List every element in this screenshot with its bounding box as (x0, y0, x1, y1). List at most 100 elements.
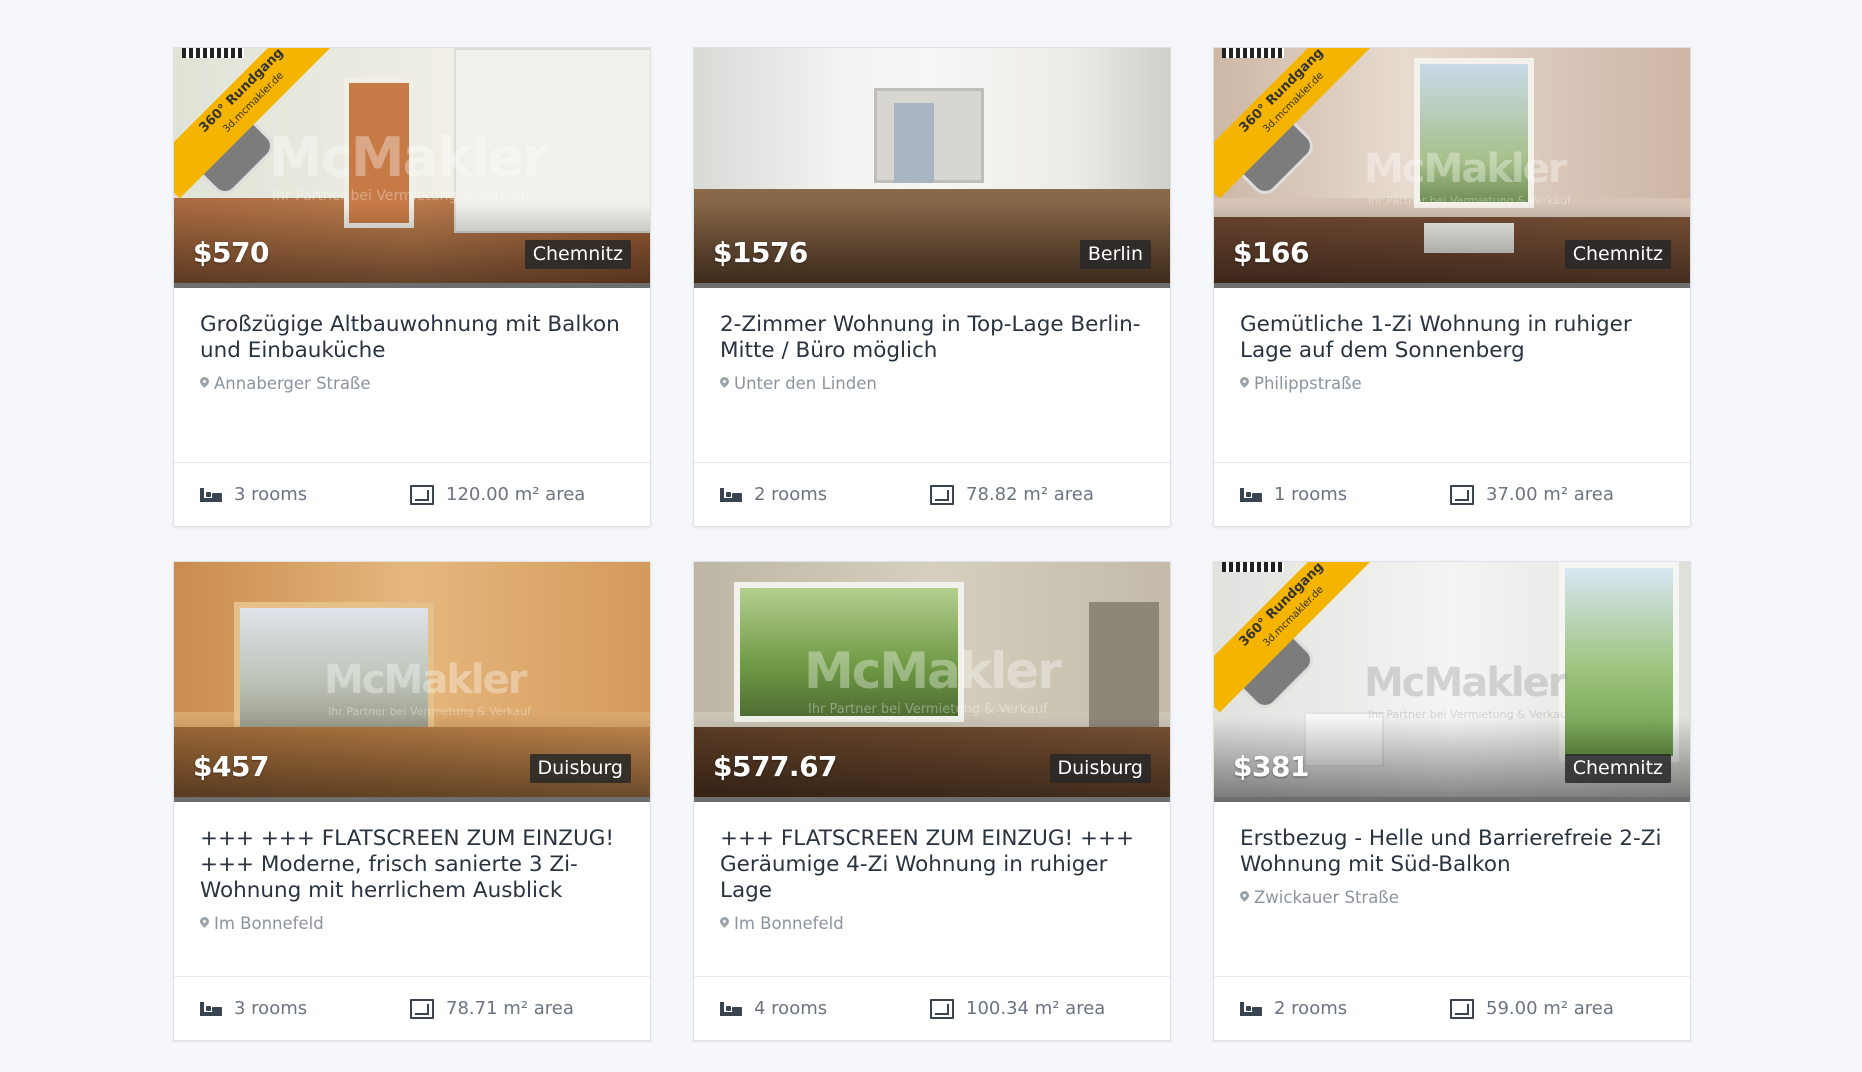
qr-code-icon (1222, 562, 1284, 572)
listing-card[interactable]: 360° Rundgang 3d.mcmakler.de McMakler Ihr… (1213, 47, 1691, 527)
watermark-logo: McMakler (1364, 146, 1567, 192)
listing-address: Unter den Linden (720, 374, 1144, 393)
bed-icon (720, 1001, 742, 1016)
bed-icon (720, 487, 742, 502)
watermark-tagline: Ihr Partner bei Vermietung & Verkauf (272, 188, 531, 204)
listing-grid: 360° Rundgang 3d.mcmakler.de McMakler Ihr… (173, 47, 1691, 1041)
rooms-feature: 2 rooms (1240, 998, 1450, 1019)
city-badge: Chemnitz (524, 240, 631, 269)
qr-code-icon (182, 48, 244, 58)
listing-card[interactable]: 360° Rundgang 3d.mcmakler.de McMakler Ihr… (173, 47, 651, 527)
listing-price: $166 (1233, 236, 1309, 269)
listing-card[interactable]: 360° Rundgang 3d.mcmakler.de McMakler Ihr… (1213, 561, 1691, 1041)
map-pin-icon (200, 377, 209, 390)
map-pin-icon (200, 917, 209, 930)
rooms-feature: 3 rooms (200, 998, 410, 1019)
listing-features: 2 rooms 78.82 m² area (694, 462, 1170, 526)
address-text: Philippstraße (1254, 374, 1362, 393)
listing-title[interactable]: Großzügige Altbauwohnung mit Balkon und … (200, 312, 624, 364)
map-pin-icon (1240, 891, 1249, 904)
area-value: 78.82 m² area (966, 484, 1094, 505)
listing-features: 3 rooms 120.00 m² area (174, 462, 650, 526)
listing-address: Im Bonnefeld (720, 914, 1144, 933)
listing-photo[interactable]: 360° Rundgang 3d.mcmakler.de McMakler Ihr… (1214, 48, 1690, 288)
listing-address: Im Bonnefeld (200, 914, 624, 933)
area-feature: 59.00 m² area (1450, 998, 1614, 1019)
city-badge: Berlin (1079, 240, 1151, 269)
listing-title[interactable]: +++ +++ FLATSCREEN ZUM EINZUG! +++ Moder… (200, 826, 624, 904)
address-text: Annaberger Straße (214, 374, 371, 393)
listing-photo[interactable]: McMakler Ihr Partner bei Vermietung & Ve… (694, 562, 1170, 802)
listing-photo[interactable]: $1576 Berlin (694, 48, 1170, 288)
listing-address: Annaberger Straße (200, 374, 624, 393)
area-feature: 78.82 m² area (930, 484, 1094, 505)
map-pin-icon (720, 917, 729, 930)
listing-features: 4 rooms 100.34 m² area (694, 976, 1170, 1040)
area-feature: 78.71 m² area (410, 998, 574, 1019)
watermark-logo: McMakler (269, 126, 549, 189)
rooms-count: 1 rooms (1274, 484, 1348, 505)
rooms-count: 2 rooms (1274, 998, 1348, 1019)
watermark-logo: McMakler (324, 657, 527, 703)
listing-features: 1 rooms 37.00 m² area (1214, 462, 1690, 526)
watermark-logo: McMakler (804, 642, 1062, 700)
rooms-count: 3 rooms (234, 998, 308, 1019)
floorplan-icon (930, 998, 954, 1019)
floorplan-icon (930, 484, 954, 505)
listing-photo[interactable]: 360° Rundgang 3d.mcmakler.de McMakler Ihr… (174, 48, 650, 288)
floorplan-icon (1450, 998, 1474, 1019)
bed-icon (1240, 1001, 1262, 1016)
floorplan-icon (410, 998, 434, 1019)
listing-photo[interactable]: 360° Rundgang 3d.mcmakler.de McMakler Ihr… (1214, 562, 1690, 802)
area-feature: 100.34 m² area (930, 998, 1105, 1019)
listing-price: $570 (193, 236, 269, 269)
area-value: 78.71 m² area (446, 998, 574, 1019)
area-feature: 37.00 m² area (1450, 484, 1614, 505)
qr-code-icon (1222, 48, 1284, 58)
listing-price: $381 (1233, 750, 1309, 783)
area-feature: 120.00 m² area (410, 484, 585, 505)
listing-price: $577.67 (713, 750, 838, 783)
listing-title[interactable]: Erstbezug - Helle und Barrierefreie 2-Zi… (1240, 826, 1664, 878)
city-badge: Chemnitz (1564, 240, 1671, 269)
listing-price: $457 (193, 750, 269, 783)
listing-title[interactable]: Gemütliche 1-Zi Wohnung in ruhiger Lage … (1240, 312, 1664, 364)
watermark-tagline: Ihr Partner bei Vermietung & Verkauf (808, 702, 1048, 717)
rooms-count: 3 rooms (234, 484, 308, 505)
rooms-count: 2 rooms (754, 484, 828, 505)
rooms-feature: 1 rooms (1240, 484, 1450, 505)
listing-address: Zwickauer Straße (1240, 888, 1664, 907)
address-text: Unter den Linden (734, 374, 877, 393)
listing-price: $1576 (713, 236, 808, 269)
area-value: 59.00 m² area (1486, 998, 1614, 1019)
floorplan-icon (410, 484, 434, 505)
rooms-feature: 4 rooms (720, 998, 930, 1019)
area-value: 100.34 m² area (966, 998, 1106, 1019)
listing-features: 2 rooms 59.00 m² area (1214, 976, 1690, 1040)
area-value: 120.00 m² area (446, 484, 586, 505)
listing-card[interactable]: $1576 Berlin 2-Zimmer Wohnung in Top-Lag… (693, 47, 1171, 527)
area-value: 37.00 m² area (1486, 484, 1614, 505)
city-badge: Duisburg (529, 754, 631, 783)
map-pin-icon (1240, 377, 1249, 390)
bed-icon (200, 1001, 222, 1016)
address-text: Zwickauer Straße (1254, 888, 1399, 907)
bed-icon (200, 487, 222, 502)
rooms-feature: 2 rooms (720, 484, 930, 505)
listing-address: Philippstraße (1240, 374, 1664, 393)
address-text: Im Bonnefeld (734, 914, 844, 933)
rooms-count: 4 rooms (754, 998, 828, 1019)
city-badge: Duisburg (1049, 754, 1151, 783)
listing-card[interactable]: McMakler Ihr Partner bei Vermietung & Ve… (693, 561, 1171, 1041)
listing-title[interactable]: 2-Zimmer Wohnung in Top-Lage Berlin-Mitt… (720, 312, 1144, 364)
listing-card[interactable]: McMakler Ihr Partner bei Vermietung & Ve… (173, 561, 651, 1041)
address-text: Im Bonnefeld (214, 914, 324, 933)
watermark-logo: McMakler (1364, 660, 1567, 706)
map-pin-icon (720, 377, 729, 390)
listing-title[interactable]: +++ FLATSCREEN ZUM EINZUG! +++ Geräumige… (720, 826, 1144, 904)
floorplan-icon (1450, 484, 1474, 505)
city-badge: Chemnitz (1564, 754, 1671, 783)
listing-photo[interactable]: McMakler Ihr Partner bei Vermietung & Ve… (174, 562, 650, 802)
rooms-feature: 3 rooms (200, 484, 410, 505)
listing-features: 3 rooms 78.71 m² area (174, 976, 650, 1040)
